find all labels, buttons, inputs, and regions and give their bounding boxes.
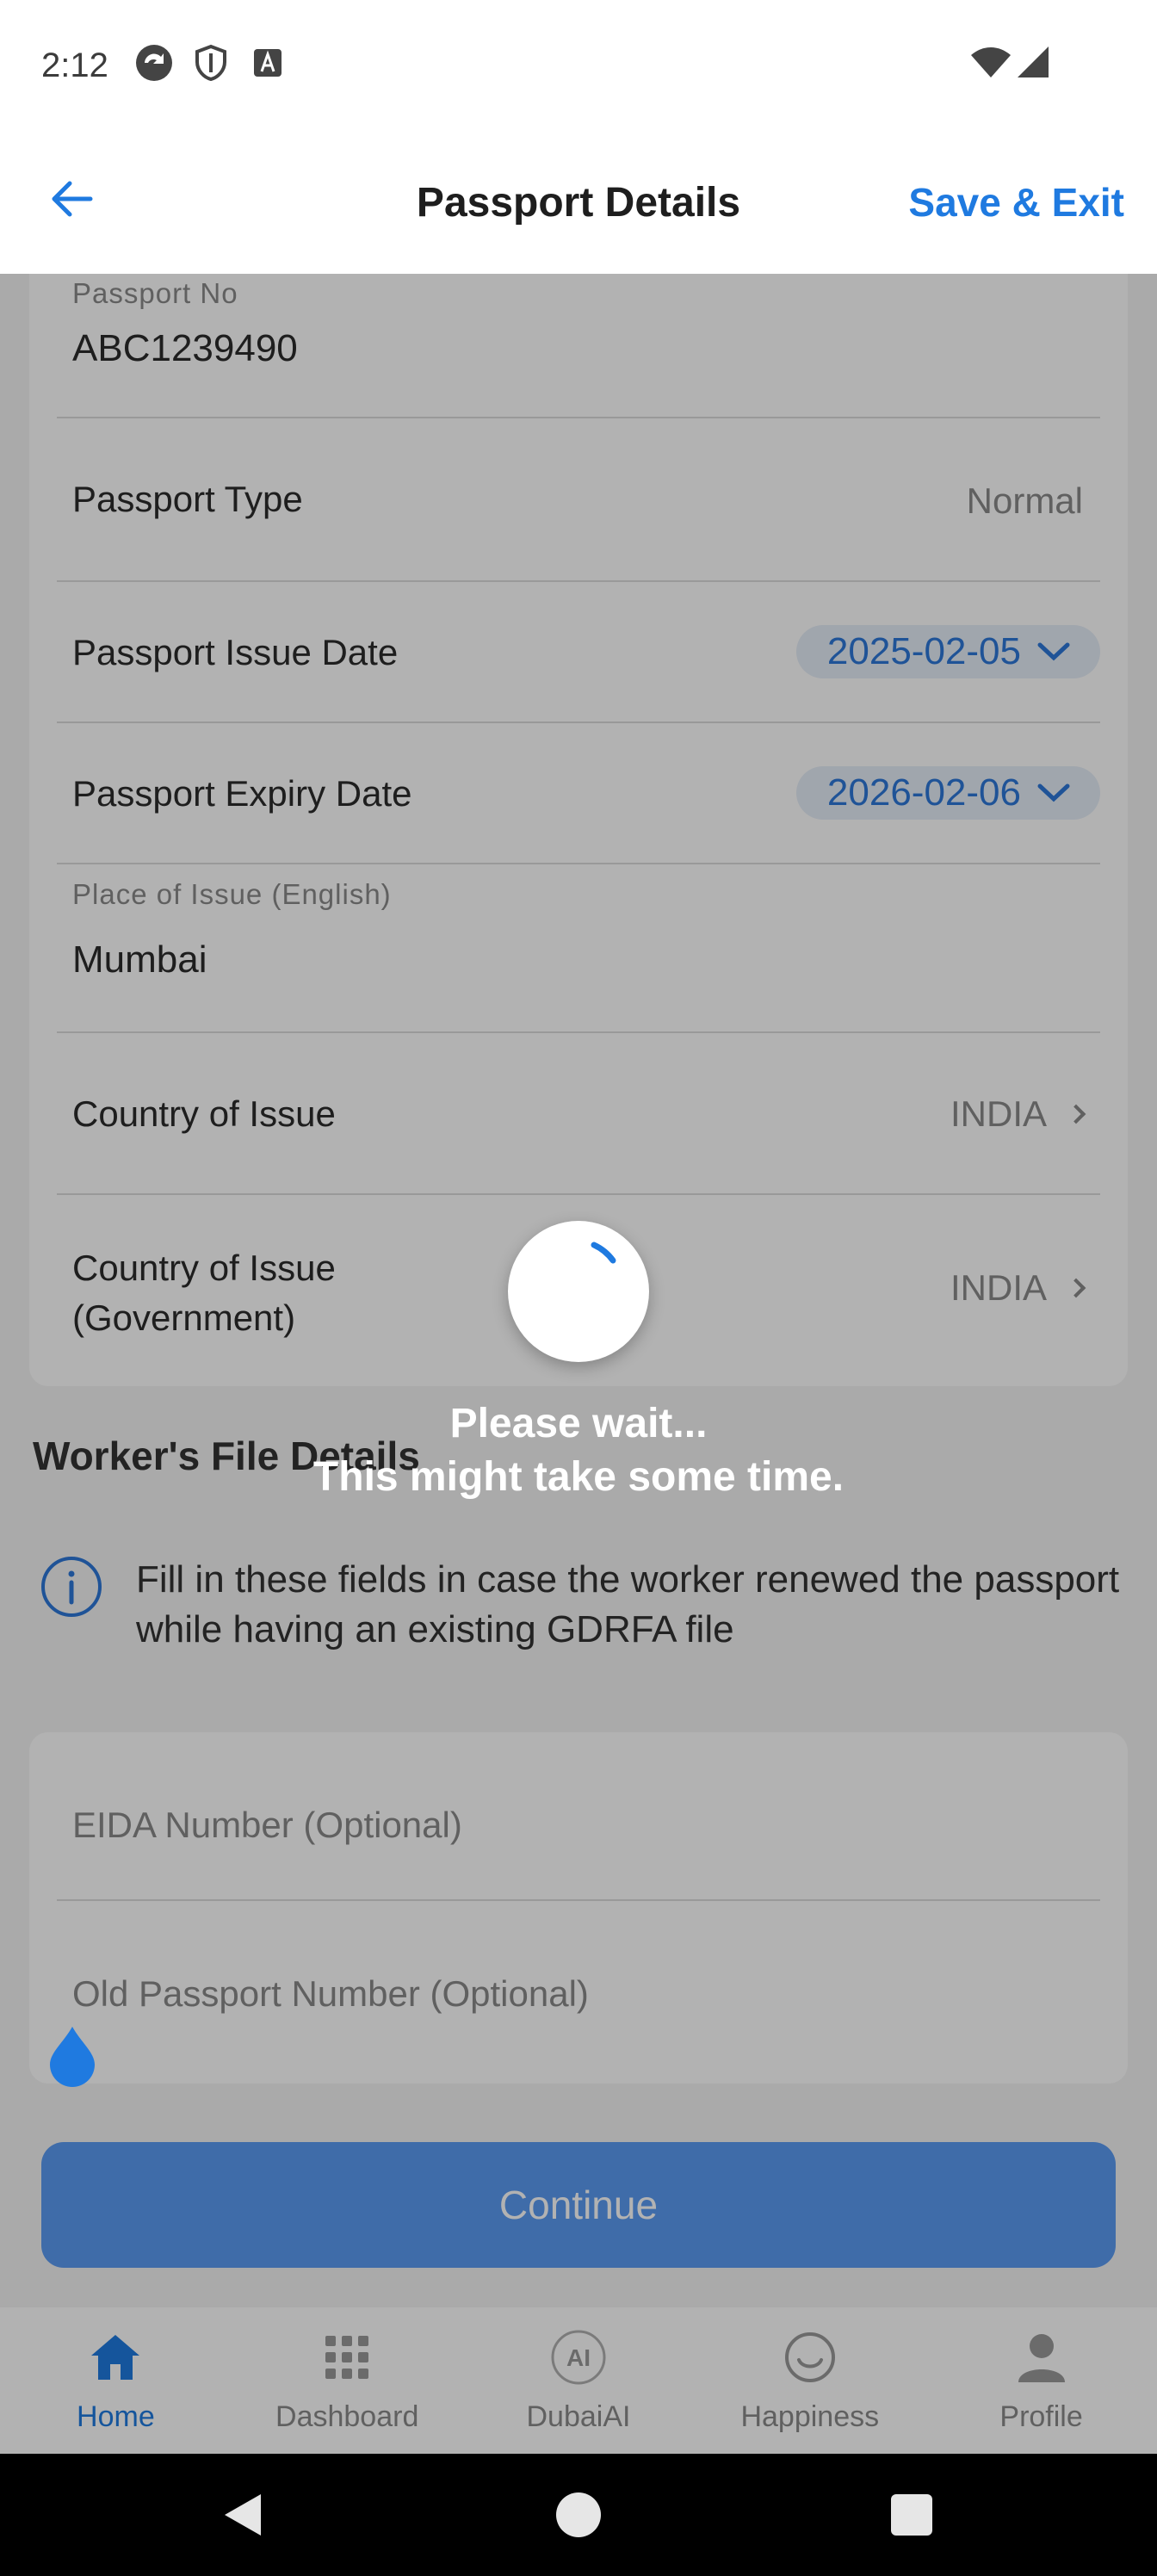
- shield-icon: [191, 43, 231, 83]
- status-time: 2:12: [41, 46, 108, 84]
- home-circle-icon[interactable]: [548, 2485, 609, 2545]
- loading-overlay: [0, 274, 1157, 2454]
- loading-spinner: [508, 1221, 649, 1362]
- loading-text-secondary: This might take some time.: [312, 1454, 845, 1500]
- back-triangle-icon[interactable]: [213, 2485, 274, 2545]
- loading-text-primary: Please wait...: [449, 1401, 708, 1446]
- spinner-arc-icon: [591, 1242, 616, 1264]
- status-bar: 2:12: [0, 0, 1157, 129]
- drop-marker-icon: [46, 2023, 98, 2089]
- wifi-icon: [969, 43, 1012, 83]
- save-exit-button[interactable]: Save & Exit: [908, 179, 1124, 226]
- system-nav-bar: [0, 2454, 1157, 2576]
- sync-icon: [134, 43, 174, 83]
- recents-square-icon[interactable]: [882, 2485, 942, 2545]
- font-icon: [248, 43, 288, 83]
- signal-icon: [1014, 43, 1054, 83]
